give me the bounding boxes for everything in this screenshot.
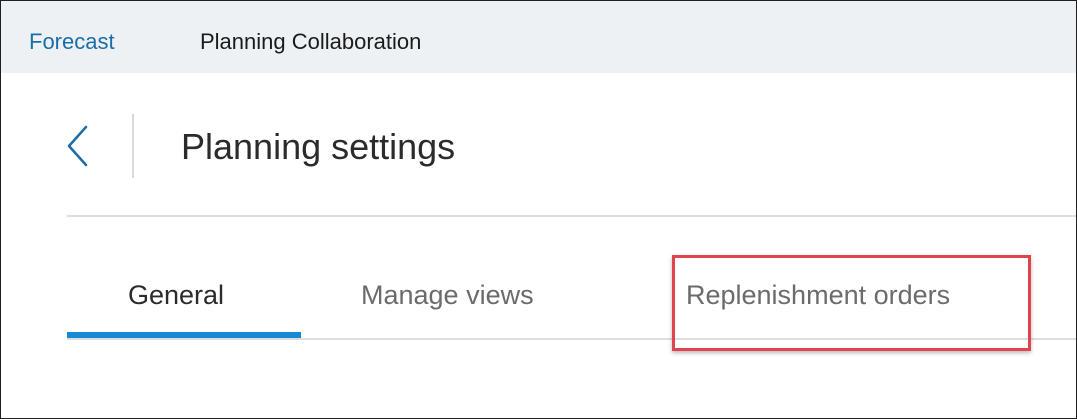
tab-general-label: General [128, 280, 225, 310]
page-title: Planning settings [181, 126, 456, 167]
back-button[interactable] [59, 121, 99, 171]
tab-replenishment-orders[interactable]: Replenishment orders [641, 259, 1031, 339]
nav-link-forecast[interactable]: Forecast [29, 29, 115, 55]
tab-manage-views[interactable]: Manage views [331, 259, 601, 339]
tab-general[interactable]: General [67, 259, 301, 339]
tabs-baseline [67, 338, 1076, 340]
app-frame: Forecast Planning Collaboration Planning… [0, 0, 1077, 419]
tab-manage-views-label: Manage views [361, 280, 534, 310]
tab-replenishment-orders-label: Replenishment orders [686, 280, 951, 310]
section-divider [67, 215, 1076, 217]
selected-tab-indicator [67, 332, 301, 338]
header-divider [132, 114, 134, 178]
top-navigation-bar: Forecast Planning Collaboration [1, 1, 1076, 73]
nav-link-planning-collaboration[interactable]: Planning Collaboration [200, 29, 421, 55]
chevron-left-icon [67, 125, 88, 167]
